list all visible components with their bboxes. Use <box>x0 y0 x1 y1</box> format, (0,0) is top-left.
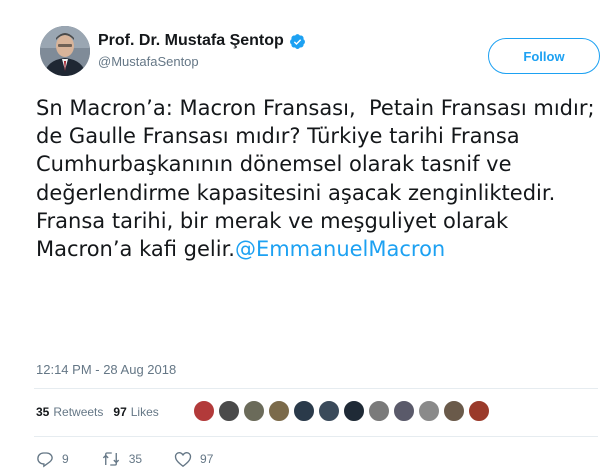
author-handle[interactable]: @MustafaSentop <box>98 54 306 69</box>
tweet-stats: 35 Retweets 97 Likes <box>36 405 169 419</box>
likes-label: Likes <box>130 405 159 419</box>
verified-badge-icon <box>289 33 305 49</box>
tweet-actions: 9 35 97 <box>36 450 245 468</box>
liker-avatar[interactable] <box>193 400 215 422</box>
author-name[interactable]: Prof. Dr. Mustafa Şentop <box>98 32 306 50</box>
divider <box>34 436 598 437</box>
like-count: 97 <box>200 452 214 466</box>
liker-avatar[interactable] <box>468 400 490 422</box>
reply-icon <box>37 452 53 468</box>
retweets-stat[interactable]: 35 Retweets <box>36 405 103 419</box>
liker-avatar[interactable] <box>443 400 465 422</box>
reply-button[interactable]: 9 <box>36 450 69 468</box>
liker-avatar[interactable] <box>268 400 290 422</box>
liker-avatar[interactable] <box>368 400 390 422</box>
avatar-portrait-icon <box>40 26 90 76</box>
reply-count: 9 <box>62 452 69 466</box>
likes-stat[interactable]: 97 Likes <box>113 405 158 419</box>
tweet-body: Sn Macron’a: Macron Fransası, Petain Fra… <box>36 94 596 263</box>
tweet-header: Prof. Dr. Mustafa Şentop @MustafaSentop … <box>40 26 600 80</box>
retweet-button[interactable]: 35 <box>101 450 142 468</box>
retweet-count: 35 <box>128 452 143 466</box>
like-button[interactable]: 97 <box>174 450 213 468</box>
liker-avatar[interactable] <box>318 400 340 422</box>
liker-avatar[interactable] <box>393 400 415 422</box>
divider <box>34 388 598 389</box>
liker-avatar[interactable] <box>418 400 440 422</box>
mention-link[interactable]: @EmmanuelMacron <box>235 237 445 261</box>
author-info: Prof. Dr. Mustafa Şentop @MustafaSentop <box>98 32 306 69</box>
author-avatar[interactable] <box>40 26 90 76</box>
liker-avatar[interactable] <box>343 400 365 422</box>
heart-icon <box>174 452 192 468</box>
liker-avatars <box>193 400 490 422</box>
follow-button[interactable]: Follow <box>488 38 600 74</box>
liker-avatar[interactable] <box>218 400 240 422</box>
liker-avatar[interactable] <box>293 400 315 422</box>
retweets-label: Retweets <box>53 405 104 419</box>
likes-count: 97 <box>113 405 127 419</box>
liker-avatar[interactable] <box>243 400 265 422</box>
author-display-name[interactable]: Prof. Dr. Mustafa Şentop <box>98 32 284 50</box>
tweet-timestamp[interactable]: 12:14 PM - 28 Aug 2018 <box>36 362 176 377</box>
retweets-count: 35 <box>36 405 50 419</box>
retweet-icon <box>102 452 119 466</box>
